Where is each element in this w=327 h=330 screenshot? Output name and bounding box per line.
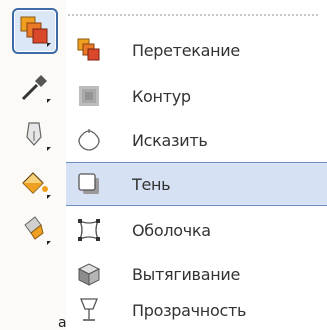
contour-icon [66,74,112,118]
interactive-fill-icon [24,216,51,245]
interactive-effects-tool[interactable] [12,8,58,54]
menu-item-label: Прозрачность [132,300,247,320]
envelope-icon [66,208,112,252]
drop-shadow-icon [66,162,112,206]
menu-item-distort[interactable]: Исказить [66,118,327,162]
pen-nib-icon [26,122,51,151]
blend-icon [20,16,51,47]
menu-item-label: Исказить [132,130,208,150]
outline-tool[interactable] [12,112,58,158]
eyedropper-tool[interactable] [12,64,58,110]
menu-item-label: Вытягивание [132,264,240,284]
menu-item-label: Оболочка [132,220,211,240]
toolbox: a [0,0,67,330]
menu-item-transparency[interactable]: Прозрачность [66,288,327,330]
fill-tool[interactable] [12,160,58,206]
flyout-menu: Перетекание Контур Исказить Тень Оболочк… [66,18,327,330]
paint-bucket-icon [22,172,51,199]
menu-item-contour[interactable]: Контур [66,74,327,118]
menu-item-label: Контур [132,86,191,106]
menu-item-label: Перетекание [132,40,240,60]
menu-item-drop-shadow[interactable]: Тень [66,162,327,206]
menu-item-envelope[interactable]: Оболочка [66,208,327,252]
distort-icon [66,118,112,162]
eyedropper-icon [21,75,51,103]
menu-item-label: Тень [132,174,171,194]
interactive-fill-tool[interactable] [12,206,58,252]
blend-icon [66,28,112,72]
transparency-icon [66,288,112,330]
flyout-grip[interactable] [68,14,318,16]
corel-interactive-tools-flyout: a Перетекание Контур Исказить Тень Оболо… [0,0,327,330]
menu-item-blend[interactable]: Перетекание [66,28,327,72]
